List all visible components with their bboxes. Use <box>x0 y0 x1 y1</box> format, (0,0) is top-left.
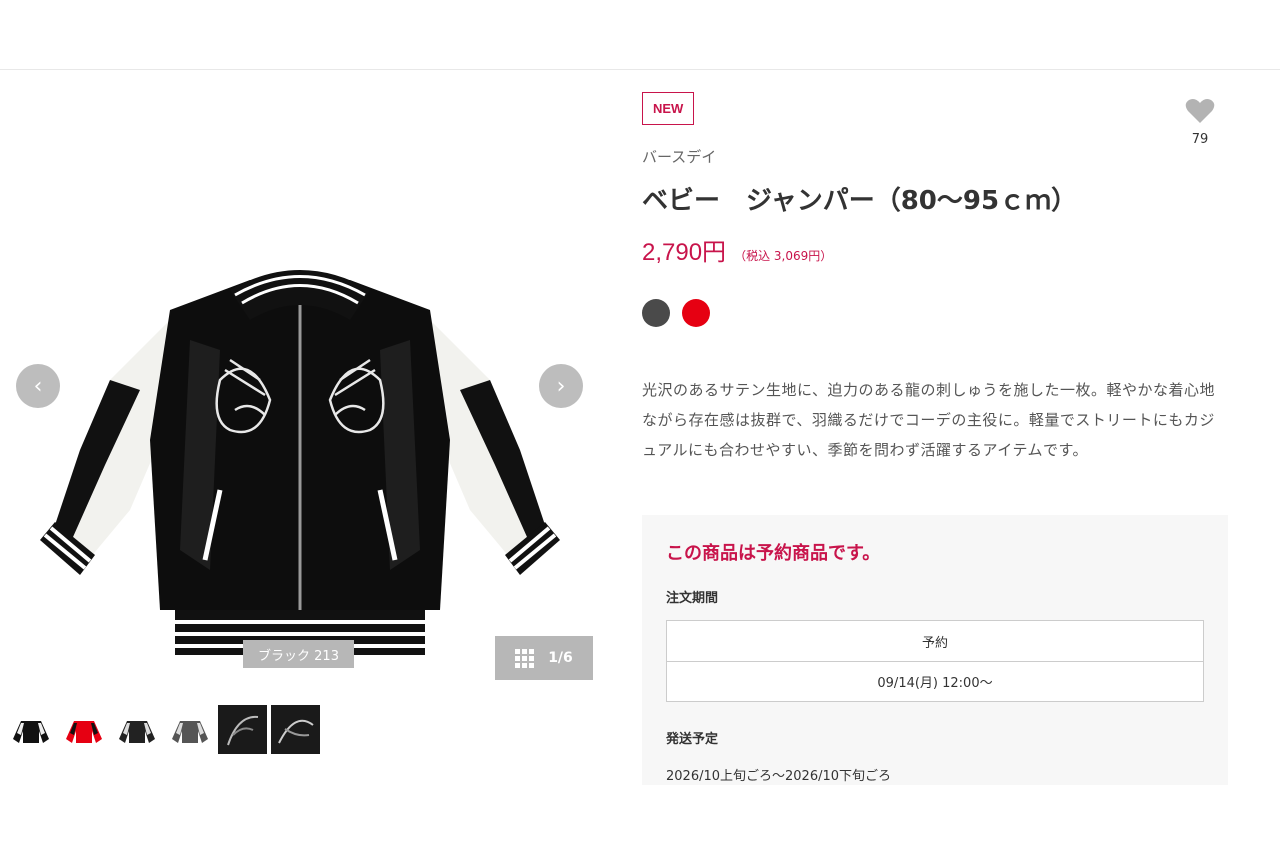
color-swatches <box>642 299 710 327</box>
order-period-label: 注文期間 <box>666 591 719 606</box>
price-row: 2,790円 （税込 3,069円） <box>642 232 832 267</box>
product-main-image <box>40 270 560 655</box>
thumbnail-detail-2[interactable] <box>271 705 320 754</box>
next-image-button[interactable]: › <box>539 364 583 408</box>
color-caption: ブラック 213 <box>243 640 354 668</box>
price: 2,790円 <box>642 239 727 266</box>
product-title: ベビー ジャンパー（80～95ｃｍ） <box>642 186 1078 216</box>
page-indicator: 1/6 <box>548 650 573 666</box>
shipping-label: 発送予定 <box>666 732 719 747</box>
color-swatch-red[interactable] <box>682 299 710 327</box>
grid-icon <box>515 648 535 668</box>
product-description: 光沢のあるサテン生地に、迫力のある龍の刺しゅうを施した一枚。軽やかな着心地ながら… <box>642 381 1216 459</box>
thumbnail-grey[interactable] <box>165 705 214 754</box>
favorite-button[interactable]: 79 <box>1182 98 1218 147</box>
thumbnail-black[interactable] <box>6 705 55 754</box>
order-type: 予約 <box>921 635 948 651</box>
thumbnail-detail-1[interactable] <box>218 705 267 754</box>
chevron-right-icon: › <box>556 373 566 399</box>
preorder-section: この商品は予約商品です。 注文期間 予約 09/14(月) 12:00～ 発送予… <box>642 515 1228 785</box>
chevron-left-icon: ‹ <box>33 373 43 399</box>
product-gallery: ‹ › ブラック 213 1/6 <box>0 70 600 854</box>
order-period-table: 予約 09/14(月) 12:00～ <box>666 620 1204 702</box>
favorite-count: 79 <box>1191 132 1209 147</box>
image-grid-button[interactable]: 1/6 <box>495 636 593 680</box>
shipping-value: 2026/10上旬ごろ～2026/10下旬ごろ <box>666 769 892 784</box>
thumbnail-black-alt[interactable] <box>112 705 161 754</box>
price-tax: （税込 3,069円） <box>734 249 833 263</box>
color-swatch-dark-grey[interactable] <box>642 299 670 327</box>
order-start: 09/14(月) 12:00～ <box>667 661 1203 701</box>
prev-image-button[interactable]: ‹ <box>16 364 60 408</box>
new-badge: NEW <box>642 92 695 125</box>
preorder-title: この商品は予約商品です。 <box>666 543 881 564</box>
heart-icon <box>1185 99 1215 123</box>
brand-name: バースデイ <box>642 148 717 166</box>
thumbnail-red[interactable] <box>59 705 108 754</box>
top-header-bar <box>0 0 1280 70</box>
thumbnail-strip <box>6 705 320 754</box>
